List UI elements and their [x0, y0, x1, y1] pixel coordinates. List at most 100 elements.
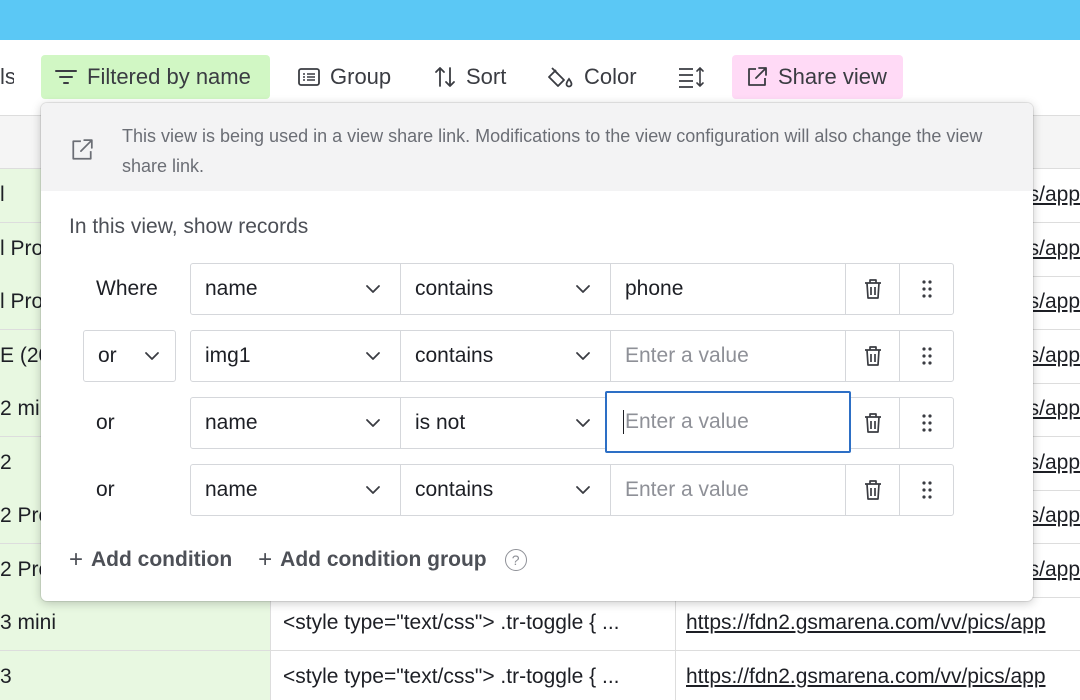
value-input[interactable]: phone [610, 263, 846, 315]
conjunction-select-value: or [98, 344, 117, 367]
value-input[interactable]: Enter a value [610, 330, 846, 382]
operator-select[interactable]: contains [400, 464, 611, 516]
filter-section-title: In this view, show records [69, 215, 309, 238]
group-button-label: Group [330, 64, 392, 89]
operator-select[interactable]: contains [400, 330, 611, 382]
conjunction-label: or [96, 478, 115, 501]
drag-handle[interactable] [899, 330, 954, 382]
link-cell[interactable]: s/app [1029, 276, 1080, 329]
chevron-down-icon [145, 352, 159, 360]
name-cell[interactable]: 3 [0, 651, 271, 700]
drag-handle-icon [921, 414, 932, 432]
drag-handle-icon [921, 347, 932, 365]
add-condition-button[interactable]: + Add condition [69, 546, 232, 574]
group-icon [298, 68, 320, 86]
conjunction-label: or [96, 411, 115, 434]
sort-icon [435, 67, 455, 87]
operator-select-value: is not [415, 411, 466, 434]
filter-button[interactable]: Filtered by name [41, 55, 270, 99]
add-condition-group-button[interactable]: + Add condition group [258, 546, 486, 574]
share-link-notice: This view is being used in a view share … [41, 103, 1033, 191]
paint-bucket-icon [548, 67, 573, 88]
chevron-down-icon [576, 486, 590, 494]
help-icon[interactable]: ? [504, 549, 527, 571]
chevron-down-icon [576, 285, 590, 293]
trash-icon [864, 413, 881, 433]
add-actions: + Add condition + Add condition group ? [69, 545, 527, 575]
filter-button-label: Filtered by name [87, 64, 251, 89]
row-height-button[interactable] [677, 55, 715, 99]
field-select[interactable]: name [190, 464, 401, 516]
field-select-value: img1 [205, 344, 251, 367]
field-select[interactable]: name [190, 397, 401, 449]
link-cell[interactable]: https://fdn2.gsmarena.com/vv/pics/app [676, 597, 1080, 650]
chevron-down-icon [366, 419, 380, 427]
link-cell[interactable]: s/app [1029, 383, 1080, 436]
filter-popover: This view is being used in a view share … [41, 103, 1033, 601]
delete-condition-button[interactable] [845, 263, 900, 315]
field-select-value: name [205, 411, 258, 434]
plus-icon: + [258, 546, 273, 573]
value-input-text: phone [625, 277, 684, 300]
trash-icon [864, 279, 881, 299]
value-input[interactable]: Enter a value [610, 464, 846, 516]
operator-select[interactable]: contains [400, 263, 611, 315]
field-select-value: name [205, 277, 258, 300]
drag-handle-icon [921, 280, 932, 298]
filter-condition-row: or name contains Enter a value [41, 464, 1033, 516]
filter-condition-row: or img1 contains Enter a value [41, 330, 1033, 382]
link-cell[interactable]: s/app [1029, 490, 1080, 543]
value-input-focused[interactable]: Enter a value [605, 391, 851, 453]
html-cell[interactable]: <style type="text/css"> .tr-toggle { ... [271, 651, 676, 700]
app-top-bar [0, 0, 1080, 40]
conjunction-select[interactable]: or [83, 330, 176, 382]
link-cell[interactable]: s/app [1029, 437, 1080, 490]
link-cell[interactable]: https://fdn2.gsmarena.com/vv/pics/app [676, 651, 1080, 700]
html-cell[interactable]: <style type="text/css"> .tr-toggle { ... [271, 597, 676, 650]
delete-condition-button[interactable] [845, 397, 900, 449]
color-button-label: Color [584, 64, 637, 89]
field-select[interactable]: name [190, 263, 401, 315]
field-select[interactable]: img1 [190, 330, 401, 382]
chevron-down-icon [576, 352, 590, 360]
sort-button[interactable]: Sort [434, 55, 506, 99]
color-button[interactable]: Color [548, 55, 637, 99]
drag-handle-icon [921, 481, 932, 499]
table-row[interactable]: 3 mini <style type="text/css"> .tr-toggl… [0, 597, 1080, 651]
filter-condition-row: Where name contains phone [41, 263, 1033, 315]
link-cell[interactable]: s/app [1029, 223, 1080, 276]
delete-condition-button[interactable] [845, 464, 900, 516]
operator-select-value: contains [415, 277, 494, 300]
name-cell[interactable]: 3 mini [0, 597, 271, 650]
value-input-placeholder: Enter a value [625, 410, 749, 433]
operator-select[interactable]: is not [400, 397, 611, 449]
share-view-label: Share view [778, 64, 887, 89]
filter-condition-row: or name is not Enter a value [41, 391, 1033, 453]
add-condition-group-label: Add condition group [280, 548, 487, 571]
drag-handle[interactable] [899, 397, 954, 449]
chevron-down-icon [366, 486, 380, 494]
share-view-button[interactable]: Share view [732, 55, 903, 99]
table-row[interactable]: 3 <style type="text/css"> .tr-toggle { .… [0, 651, 1080, 700]
toolbar-partial-item[interactable]: ls [0, 55, 14, 99]
field-select-value: name [205, 478, 258, 501]
drag-handle[interactable] [899, 263, 954, 315]
operator-select-value: contains [415, 478, 494, 501]
plus-icon: + [69, 546, 84, 573]
trash-icon [864, 346, 881, 366]
chevron-down-icon [576, 419, 590, 427]
chevron-down-icon [366, 352, 380, 360]
group-button[interactable]: Group [298, 55, 391, 99]
delete-condition-button[interactable] [845, 330, 900, 382]
link-cell[interactable]: s/app [1029, 330, 1080, 383]
external-link-icon [72, 139, 93, 160]
row-height-icon [679, 66, 704, 88]
conjunction-label: Where [96, 277, 158, 300]
chevron-down-icon [366, 285, 380, 293]
drag-handle[interactable] [899, 464, 954, 516]
link-cell[interactable]: s/app [1029, 544, 1080, 597]
value-input-placeholder: Enter a value [625, 478, 749, 501]
trash-icon [864, 480, 881, 500]
link-cell[interactable]: s/app [1029, 169, 1080, 222]
filter-icon [55, 70, 77, 84]
